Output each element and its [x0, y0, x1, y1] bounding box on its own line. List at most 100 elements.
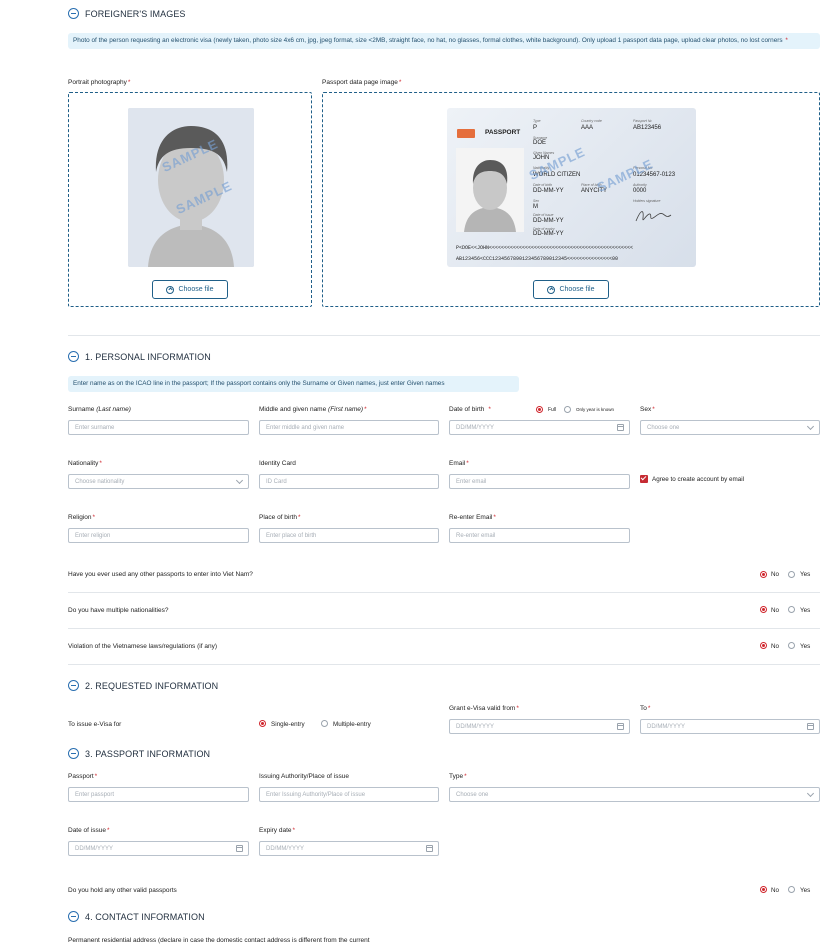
section-header-requested[interactable]: 2. REQUESTED INFORMATION	[68, 680, 218, 691]
pp-number: AB123456	[633, 125, 662, 131]
required-mark: *	[516, 705, 519, 712]
other-passports-no-radio[interactable]	[760, 571, 767, 578]
issuing-authority-input[interactable]: Enter Issuing Authority/Place of issue	[259, 787, 439, 802]
sex-select[interactable]: Choose one	[640, 420, 820, 435]
dob-year-radio[interactable]	[564, 406, 571, 413]
placeholder: DD/MM/YYYY	[266, 845, 305, 852]
dob-input[interactable]: DD/MM/YYYY	[449, 420, 630, 435]
label-text: Middle and given name	[259, 406, 327, 413]
email-input[interactable]: Enter email	[449, 474, 630, 489]
divider	[68, 628, 820, 629]
passport-type-label: Type*	[449, 773, 467, 780]
other-passports-yes-radio[interactable]	[788, 571, 795, 578]
passport-number-label: Passport*	[68, 773, 97, 780]
calendar-icon[interactable]	[617, 723, 624, 730]
multiple-nationalities-yes-radio[interactable]	[788, 606, 795, 613]
given-name-input[interactable]: Enter middle and given name	[259, 420, 439, 435]
email-label: Email*	[449, 460, 469, 467]
upload-icon	[547, 285, 556, 294]
valid-from-input[interactable]: DD/MM/YYYY	[449, 719, 630, 734]
placeholder: Choose one	[456, 791, 489, 798]
required-mark: *	[292, 827, 296, 834]
label-text: Date of issue	[68, 827, 106, 834]
required-mark: *	[493, 514, 496, 521]
required-mark: *	[466, 460, 469, 467]
identity-card-input[interactable]: ID Card	[259, 474, 439, 489]
section-header-personal[interactable]: 1. PERSONAL INFORMATION	[68, 351, 211, 362]
permanent-address-label: Permanent residential address (declare i…	[68, 937, 370, 944]
label-text: Re-enter Email	[449, 514, 493, 521]
portrait-sample-image: SAMPLE SAMPLE	[128, 108, 254, 267]
issuing-authority-label: Issuing Authority/Place of issue	[259, 773, 349, 780]
passport-header: PASSPORT	[485, 129, 521, 136]
passport-type-select[interactable]: Choose one	[449, 787, 820, 802]
collapse-icon[interactable]	[68, 911, 79, 922]
calendar-icon[interactable]	[426, 845, 433, 852]
label-italic: (First name)	[328, 406, 364, 413]
note-text: Enter name as on the ICAO line in the pa…	[73, 380, 445, 387]
agree-create-account-label: Agree to create account by email	[652, 476, 745, 483]
surname-input[interactable]: Enter surname	[68, 420, 249, 435]
expiry-date-input[interactable]: DD/MM/YYYY	[259, 841, 439, 856]
date-of-issue-input[interactable]: DD/MM/YYYY	[68, 841, 249, 856]
dob-year-label: Only year is known	[576, 407, 615, 412]
placeholder: Enter passport	[75, 791, 115, 798]
multiple-nationalities-question: Do you have multiple nationalities?	[68, 607, 169, 614]
required-mark: *	[106, 827, 110, 834]
button-label: Choose file	[178, 286, 214, 293]
portrait-choose-file-button[interactable]: Choose file	[152, 280, 228, 299]
passport-choose-file-button[interactable]: Choose file	[533, 280, 609, 299]
section-header-contact[interactable]: 4. CONTACT INFORMATION	[68, 911, 205, 922]
calendar-icon[interactable]	[617, 424, 624, 431]
reenter-email-input[interactable]: Re-enter email	[449, 528, 630, 543]
given-name-label: Middle and given name (First name)*	[259, 406, 367, 413]
required-mark: *	[364, 406, 367, 413]
required-mark: *	[99, 460, 102, 467]
agree-create-account-checkbox[interactable]	[640, 475, 648, 483]
note-text: Photo of the person requesting an electr…	[73, 37, 783, 44]
dob-full-radio[interactable]	[536, 406, 543, 413]
collapse-icon[interactable]	[68, 351, 79, 362]
calendar-icon[interactable]	[236, 845, 243, 852]
valid-to-input[interactable]: DD/MM/YYYY	[640, 719, 820, 734]
single-entry-radio[interactable]	[259, 720, 266, 727]
divider	[68, 664, 820, 665]
calendar-icon[interactable]	[807, 723, 814, 730]
multiple-entry-radio[interactable]	[321, 720, 328, 727]
surname-label: Surname (Last name)	[68, 406, 131, 413]
multiple-nationalities-no-radio[interactable]	[760, 606, 767, 613]
radio-label-yes: Yes	[800, 607, 811, 614]
collapse-icon[interactable]	[68, 748, 79, 759]
radio-label-yes: Yes	[800, 571, 811, 578]
section-header-images[interactable]: FOREIGNER'S IMAGES	[68, 8, 186, 19]
required-mark: *	[94, 773, 98, 780]
collapse-icon[interactable]	[68, 680, 79, 691]
radio-label-no: No	[771, 607, 780, 614]
place-of-birth-input[interactable]: Enter place of birth	[259, 528, 439, 543]
pp-signature-icon	[635, 211, 672, 222]
passport-number-input[interactable]: Enter passport	[68, 787, 249, 802]
violation-no-radio[interactable]	[760, 642, 767, 649]
radio-label-no: No	[771, 643, 780, 650]
other-valid-passports-yes-radio[interactable]	[788, 886, 795, 893]
nationality-label: Nationality*	[68, 460, 102, 467]
other-valid-passports-no-radio[interactable]	[760, 886, 767, 893]
religion-input[interactable]: Enter religion	[68, 528, 249, 543]
label-text: Date of birth	[449, 406, 485, 413]
pp-number-label: Passport №	[633, 119, 652, 123]
personal-note: Enter name as on the ICAO line in the pa…	[68, 376, 519, 392]
single-entry-label: Single-entry	[271, 721, 305, 728]
placeholder: DD/MM/YYYY	[75, 845, 114, 852]
label-text: Issuing Authority/Place of issue	[259, 773, 349, 780]
required-mark: *	[464, 773, 467, 780]
collapse-icon[interactable]	[68, 8, 79, 19]
nationality-select[interactable]: Choose nationality	[68, 474, 249, 489]
pp-country-label: Country code	[581, 119, 602, 123]
pp-issue-label: Date of issue	[533, 213, 554, 217]
violation-yes-radio[interactable]	[788, 642, 795, 649]
portrait-upload-box[interactable]: SAMPLE SAMPLE Choose file	[68, 92, 312, 307]
passport-upload-box[interactable]: PASSPORT Type P Country code AAA Passpor…	[322, 92, 820, 307]
valid-to-label: To*	[640, 705, 650, 712]
section-header-passport[interactable]: 3. PASSPORT INFORMATION	[68, 748, 210, 759]
placeholder: Enter place of birth	[266, 532, 317, 539]
